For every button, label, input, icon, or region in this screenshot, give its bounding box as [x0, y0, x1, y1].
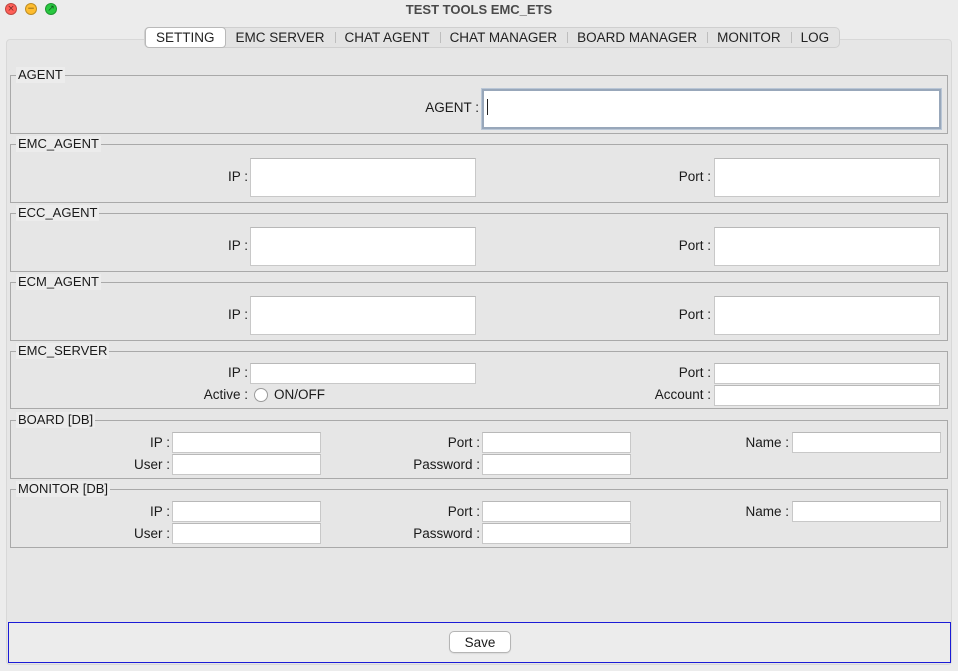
board-ip-label: IP :	[149, 435, 170, 450]
monitor-ip-label: IP :	[149, 504, 170, 519]
board-user-input[interactable]	[172, 454, 321, 475]
board-user-label: User :	[133, 457, 170, 472]
emc-agent-ip-label: IP :	[227, 169, 248, 184]
text-caret	[487, 99, 488, 115]
onoff-label[interactable]: ON/OFF	[274, 387, 325, 402]
board-name-input[interactable]	[792, 432, 941, 453]
monitor-db-group: MONITOR [DB] IP : Port : Name : User : P…	[10, 481, 948, 548]
agent-group: AGENT AGENT :	[10, 67, 948, 134]
board-ip-input[interactable]	[172, 432, 321, 453]
emc-agent-group-title: EMC_AGENT	[16, 136, 101, 152]
board-port-label: Port :	[447, 435, 480, 450]
monitor-password-label: Password :	[413, 526, 480, 541]
ecm-agent-group: ECM_AGENT IP : Port :	[10, 274, 948, 341]
ecc-agent-group: ECC_AGENT IP : Port :	[10, 205, 948, 272]
ecc-agent-port-input[interactable]	[714, 227, 940, 266]
emc-server-port-label: Port :	[678, 365, 711, 380]
emc-agent-ip-input[interactable]	[250, 158, 476, 197]
board-password-label: Password :	[413, 457, 480, 472]
agent-label: AGENT :	[425, 100, 479, 115]
monitor-password-input[interactable]	[482, 523, 631, 544]
tab-setting[interactable]: SETTING	[145, 27, 226, 48]
monitor-db-group-title: MONITOR [DB]	[16, 481, 111, 497]
board-name-label: Name :	[745, 435, 789, 450]
emc-server-active-label: Active :	[203, 387, 248, 402]
monitor-name-input[interactable]	[792, 501, 941, 522]
ecc-agent-group-title: ECC_AGENT	[16, 205, 100, 221]
save-panel: Save	[8, 622, 951, 663]
emc-server-port-input[interactable]	[714, 363, 940, 384]
emc-agent-group: EMC_AGENT IP : Port :	[10, 136, 948, 203]
emc-agent-port-input[interactable]	[714, 158, 940, 197]
agent-group-title: AGENT	[16, 67, 65, 83]
board-port-input[interactable]	[482, 432, 631, 453]
emc-server-account-input[interactable]	[714, 385, 940, 406]
ecm-agent-group-title: ECM_AGENT	[16, 274, 101, 290]
emc-agent-port-label: Port :	[678, 169, 711, 184]
ecm-agent-ip-input[interactable]	[250, 296, 476, 335]
tab-monitor[interactable]: MONITOR	[707, 28, 791, 47]
monitor-port-label: Port :	[447, 504, 480, 519]
tab-chat-manager[interactable]: CHAT MANAGER	[439, 28, 568, 47]
ecc-agent-ip-label: IP :	[227, 238, 248, 253]
window-title: TEST TOOLS EMC_ETS	[405, 2, 553, 17]
title-bar: × − ↗ TEST TOOLS EMC_ETS	[0, 0, 958, 20]
ecm-agent-port-input[interactable]	[714, 296, 940, 335]
board-db-group: BOARD [DB] IP : Port : Name : User : Pas…	[10, 412, 948, 479]
monitor-port-input[interactable]	[482, 501, 631, 522]
ecc-agent-port-label: Port :	[678, 238, 711, 253]
emc-server-group-title: EMC_SERVER	[16, 343, 110, 359]
emc-server-account-label: Account :	[654, 387, 711, 402]
ecm-agent-ip-label: IP :	[227, 307, 248, 322]
monitor-ip-input[interactable]	[172, 501, 321, 522]
monitor-user-input[interactable]	[172, 523, 321, 544]
board-password-input[interactable]	[482, 454, 631, 475]
tab-board-manager[interactable]: BOARD MANAGER	[567, 28, 707, 47]
tab-log[interactable]: LOG	[790, 28, 840, 47]
agent-input[interactable]	[482, 89, 941, 129]
emc-server-ip-input[interactable]	[250, 363, 476, 384]
tab-chat-agent[interactable]: CHAT AGENT	[334, 28, 440, 47]
emc-server-ip-label: IP :	[227, 365, 248, 380]
emc-server-group: EMC_SERVER IP : Port : Active : ON/OFF A…	[10, 343, 948, 409]
save-button[interactable]: Save	[449, 631, 511, 653]
board-db-group-title: BOARD [DB]	[16, 412, 96, 428]
tab-emc-server[interactable]: EMC SERVER	[226, 28, 335, 47]
ecm-agent-port-label: Port :	[678, 307, 711, 322]
tab-bar: SETTING EMC SERVER CHAT AGENT CHAT MANAG…	[144, 27, 841, 48]
monitor-name-label: Name :	[745, 504, 789, 519]
ecc-agent-ip-input[interactable]	[250, 227, 476, 266]
active-radio-button[interactable]	[254, 388, 268, 402]
monitor-user-label: User :	[133, 526, 170, 541]
